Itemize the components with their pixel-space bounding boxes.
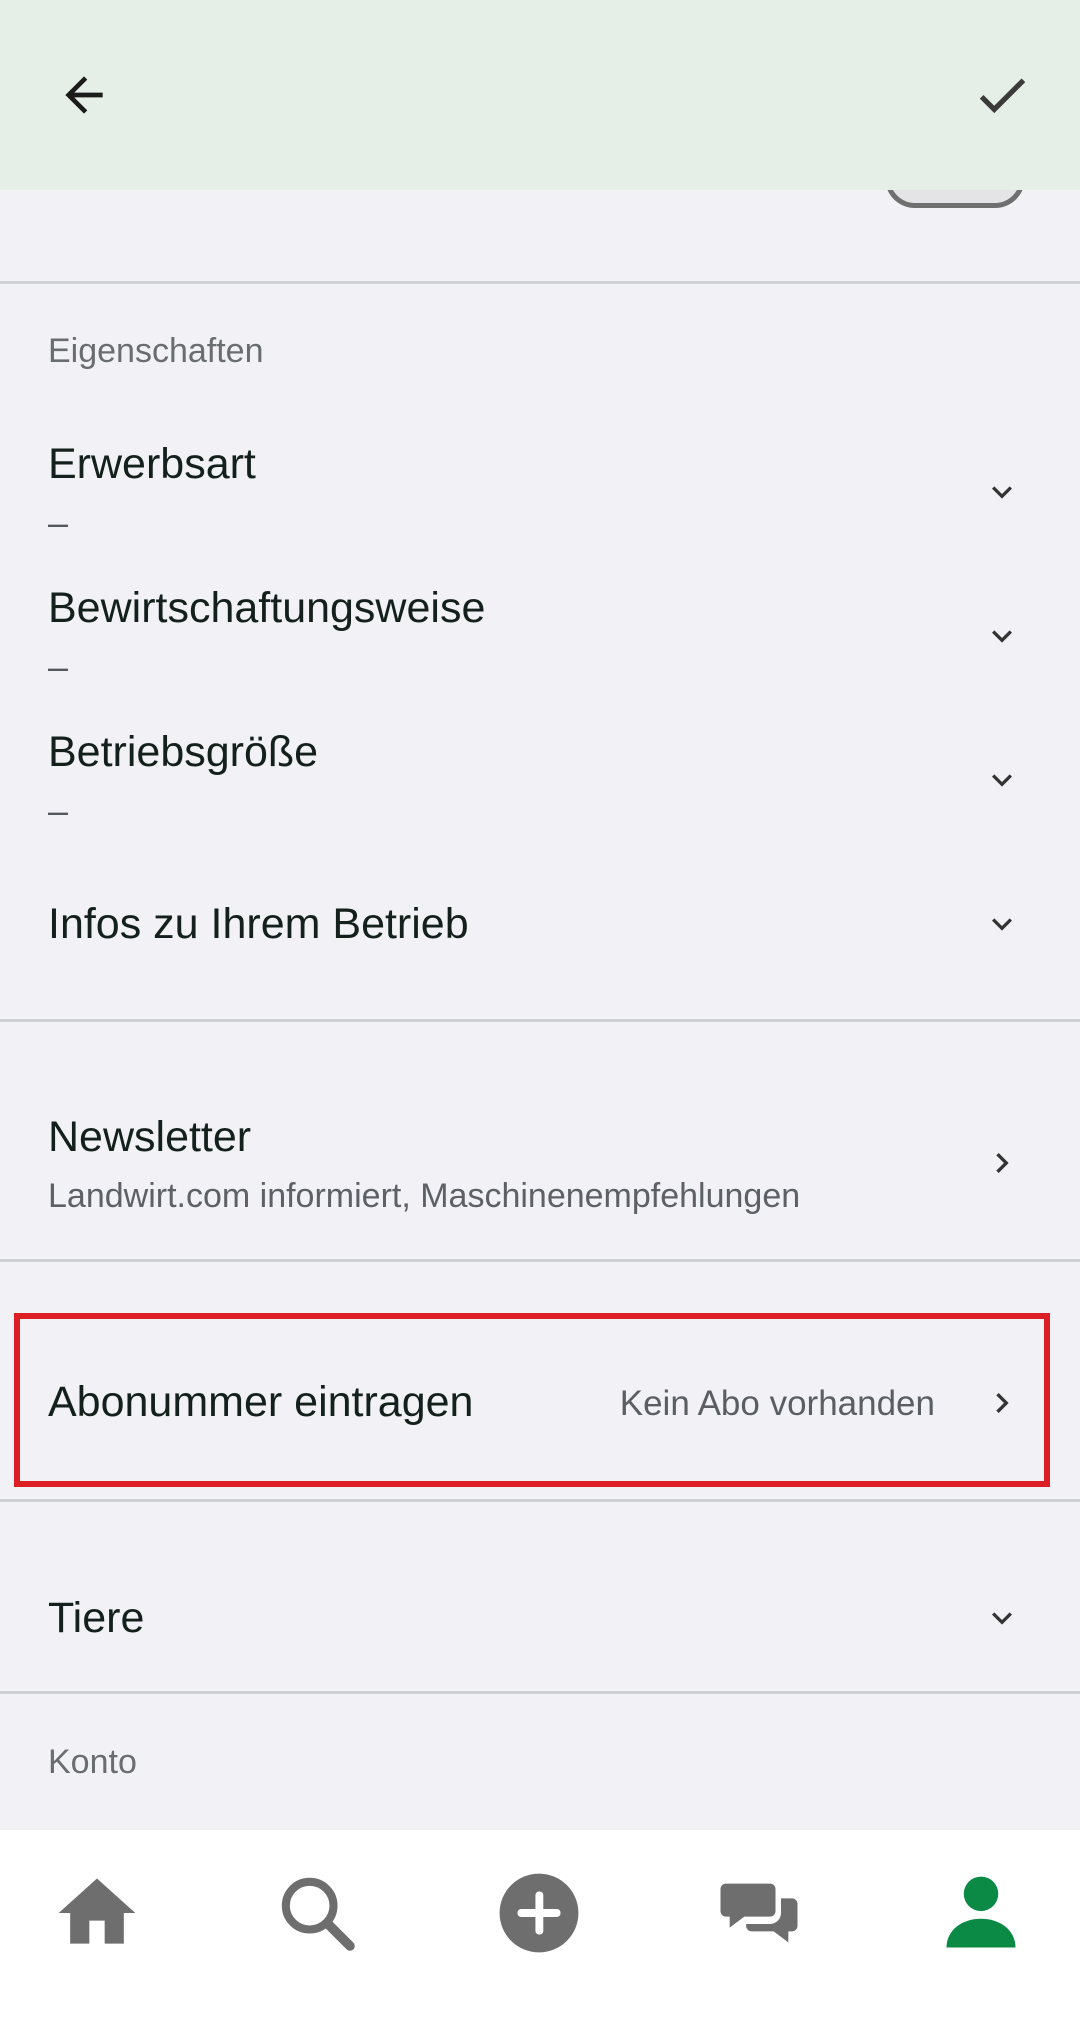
section-label-account: Konto — [48, 1743, 137, 1781]
chevron-down-icon — [982, 904, 1022, 944]
divider — [0, 281, 1080, 284]
nav-home[interactable] — [42, 1858, 152, 1968]
search-icon — [281, 1877, 355, 1951]
nav-profile[interactable] — [926, 1858, 1036, 1968]
nav-add[interactable] — [484, 1858, 594, 1968]
bewirtschaftungsweise-value: – — [48, 646, 69, 687]
newsletter-subtitle: Landwirt.com informiert, Maschinenempfeh… — [48, 1177, 801, 1215]
erwerbsart-label: Erwerbsart — [48, 440, 256, 488]
checkmark-icon — [979, 78, 1026, 114]
chat-icon — [720, 1883, 798, 1943]
chevron-down-icon — [982, 1598, 1022, 1638]
chevron-right-icon — [982, 1143, 1022, 1183]
chevron-down-icon — [982, 760, 1022, 800]
chevron-down-icon — [982, 616, 1022, 656]
divider — [0, 1259, 1080, 1262]
highlight-box — [14, 1313, 1050, 1487]
profile-icon — [946, 1876, 1016, 1948]
divider — [0, 1019, 1080, 1022]
section-label-properties: Eigenschaften — [48, 332, 264, 370]
chevron-down-icon — [982, 472, 1022, 512]
nav-messages[interactable] — [704, 1858, 814, 1968]
add-icon — [499, 1873, 579, 1953]
betriebsgroesse-label: Betriebsgröße — [48, 728, 319, 776]
erwerbsart-value: – — [48, 502, 69, 543]
tiere-label: Tiere — [48, 1594, 145, 1642]
divider — [0, 1499, 1080, 1502]
bewirtschaftungsweise-label: Bewirtschaftungsweise — [48, 584, 486, 632]
app-bar — [0, 0, 1080, 190]
confirm-button[interactable] — [962, 55, 1042, 135]
betriebsinfos-label: Infos zu Ihrem Betrieb — [48, 900, 469, 948]
home-icon — [58, 1878, 136, 1944]
arrow-left-icon — [65, 76, 103, 114]
bottom-navigation — [0, 1830, 1080, 2024]
betriebsgroesse-value: – — [48, 790, 69, 831]
newsletter-title: Newsletter — [48, 1113, 252, 1161]
nav-search[interactable] — [262, 1858, 372, 1968]
divider — [0, 1691, 1080, 1694]
back-button[interactable] — [44, 55, 124, 135]
